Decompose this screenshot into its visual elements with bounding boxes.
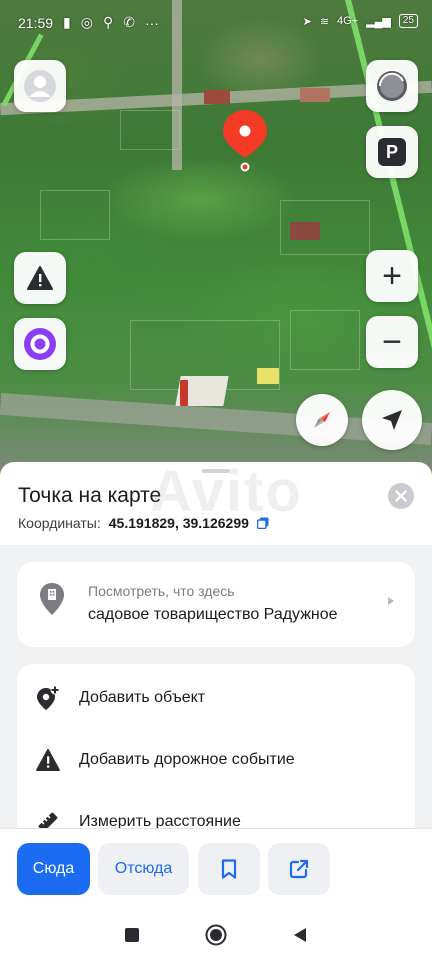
parking-icon: P <box>378 138 406 166</box>
map-plot <box>290 310 360 370</box>
coordinates-row: Координаты: 45.191829, 39.126299 <box>18 515 269 531</box>
alice-icon <box>24 328 56 360</box>
bookmark-icon <box>221 859 237 879</box>
map-building <box>300 88 330 102</box>
parking-button[interactable]: P <box>366 126 418 178</box>
avatar-icon <box>24 70 56 102</box>
road-event-button[interactable] <box>14 252 66 304</box>
what-is-here-card[interactable]: Посмотреть, что здесь садовое товарищест… <box>17 562 415 647</box>
bottom-action-bar: Сюда Отсюда <box>0 828 432 910</box>
bookmark-button[interactable] <box>198 843 260 895</box>
system-nav-bar <box>0 910 432 960</box>
map-building <box>204 90 230 104</box>
more-icon: ··· <box>144 14 159 31</box>
share-button[interactable] <box>268 843 330 895</box>
plus-icon: + <box>382 257 402 295</box>
location-icon: ➤ <box>302 15 312 28</box>
map-building <box>180 380 188 406</box>
camera-icon: ◎ <box>80 14 93 30</box>
map-plot <box>120 110 180 150</box>
notification-icon: ▮ <box>63 14 71 30</box>
share-icon <box>289 859 309 879</box>
search-icon: ⚲ <box>102 14 114 30</box>
map-view[interactable]: 21:59 ▮ ◎ ⚲ ✆ ··· ➤ ≋ 4G+ ▂▄▆ 25 P + − <box>0 0 432 480</box>
place-name: садовое товарищество Радужное <box>88 606 338 623</box>
map-plot <box>40 190 110 240</box>
parking-label: P <box>385 141 398 162</box>
map-building <box>290 222 320 240</box>
route-to-here-button[interactable]: Сюда <box>17 843 90 895</box>
actions-card: Добавить объект Добавить дорожное событи… <box>17 664 415 844</box>
add-road-event-action[interactable]: Добавить дорожное событие <box>17 729 415 791</box>
back-icon[interactable] <box>293 927 307 943</box>
warning-icon <box>36 749 60 771</box>
signal-icon: ▂▄▆ <box>366 15 391 28</box>
home-icon[interactable] <box>205 924 227 946</box>
speed-button[interactable] <box>366 60 418 112</box>
zoom-out-button[interactable]: − <box>366 316 418 368</box>
route-from-here-button[interactable]: Отсюда <box>98 843 189 895</box>
place-card-sheet: Точка на карте Координаты: 45.191829, 39… <box>0 462 432 960</box>
status-bar: 21:59 ▮ ◎ ⚲ ✆ ··· ➤ ≋ 4G+ ▂▄▆ 25 <box>0 0 432 50</box>
zoom-in-button[interactable]: + <box>366 250 418 302</box>
minus-icon: − <box>382 323 402 361</box>
status-time: 21:59 <box>18 14 54 31</box>
wifi-icon: ≋ <box>319 15 330 28</box>
my-location-button[interactable] <box>362 390 422 450</box>
add-object-action[interactable]: Добавить объект <box>17 667 415 729</box>
compass-icon <box>314 412 330 428</box>
copy-icon[interactable] <box>256 517 269 529</box>
close-icon <box>395 490 407 502</box>
alice-button[interactable] <box>14 318 66 370</box>
coordinates-value[interactable]: 45.191829, 39.126299 <box>109 515 249 531</box>
profile-button[interactable] <box>14 60 66 112</box>
gauge-icon <box>377 71 407 101</box>
chevron-right-icon <box>388 597 394 605</box>
building-pin-icon <box>40 583 64 615</box>
battery-indicator: 25 <box>398 14 418 28</box>
navigation-arrow-icon <box>382 410 402 430</box>
action-label: Добавить объект <box>79 689 206 706</box>
network-label: 4G+ <box>337 15 359 27</box>
recent-apps-icon[interactable] <box>125 928 139 942</box>
close-button[interactable] <box>388 483 414 509</box>
coordinates-label: Координаты: <box>18 515 101 531</box>
map-building <box>257 368 279 384</box>
add-place-icon <box>37 685 60 710</box>
warning-icon <box>27 266 53 290</box>
compass-button[interactable] <box>296 394 348 446</box>
location-pin-icon[interactable] <box>221 108 269 172</box>
action-label: Добавить дорожное событие <box>79 751 295 768</box>
whatsapp-icon: ✆ <box>123 14 135 30</box>
sheet-title: Точка на карте <box>18 484 162 507</box>
sheet-drag-handle[interactable] <box>202 469 230 473</box>
place-hint: Посмотреть, что здесь <box>88 583 235 599</box>
